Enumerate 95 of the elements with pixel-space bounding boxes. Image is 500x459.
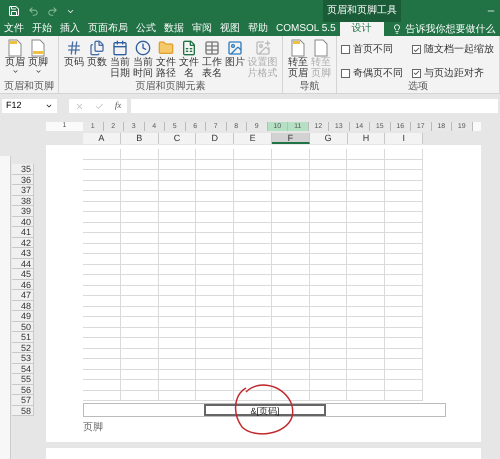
row-header[interactable]: 51 bbox=[12, 332, 34, 342]
row-header[interactable]: 54 bbox=[12, 364, 34, 374]
row-header[interactable]: 52 bbox=[12, 342, 34, 353]
row-header[interactable]: 48 bbox=[12, 300, 34, 311]
row-header[interactable]: 46 bbox=[12, 280, 34, 290]
checkbox-label: 与页边距对齐 bbox=[424, 66, 484, 81]
page-icon bbox=[8, 38, 22, 56]
ribbon-tab[interactable]: 视图 bbox=[216, 22, 244, 36]
row-header[interactable]: 36 bbox=[12, 174, 34, 185]
group-label: 页眉和页脚元素 bbox=[134, 81, 206, 93]
column-header[interactable]: C bbox=[158, 133, 196, 144]
image-format-icon bbox=[254, 40, 270, 56]
ribbon-button[interactable]: 页眉 bbox=[4, 38, 26, 81]
ribbon-tab[interactable]: 审阅 bbox=[188, 22, 216, 36]
ribbon-button[interactable]: 当前日期 bbox=[109, 38, 131, 81]
column-header[interactable]: F bbox=[272, 133, 310, 144]
ribbon-tab[interactable]: 插入 bbox=[56, 22, 84, 36]
ribbon-tab[interactable]: 帮助 bbox=[244, 22, 272, 36]
ribbon-button[interactable]: 文件名 bbox=[178, 38, 200, 81]
row-header[interactable]: 56 bbox=[12, 384, 34, 395]
tell-me-text: 告诉我你想要做什么 bbox=[406, 22, 496, 36]
spreadsheet-icon bbox=[181, 40, 197, 56]
redo-icon[interactable] bbox=[47, 6, 58, 16]
row-header[interactable]: 42 bbox=[12, 238, 34, 248]
clock-icon bbox=[135, 40, 151, 56]
group-label: 页眉和页脚 bbox=[4, 81, 54, 93]
lightbulb-icon bbox=[392, 24, 402, 34]
column-header[interactable]: E bbox=[234, 133, 272, 144]
ribbon-tab[interactable]: COMSOL 5.5 bbox=[272, 22, 340, 36]
insert-function-button[interactable]: fx bbox=[114, 99, 122, 113]
formula-field[interactable] bbox=[131, 99, 498, 113]
column-header[interactable]: A bbox=[83, 133, 121, 144]
ribbon-button[interactable]: 页数 bbox=[86, 38, 108, 81]
ribbon-button[interactable]: 页码 bbox=[63, 38, 85, 81]
checkbox-label: 奇偶页不同 bbox=[353, 66, 403, 81]
group-label: 选项 bbox=[407, 81, 429, 93]
ribbon-button[interactable]: 工作表名 bbox=[201, 38, 223, 81]
pages-icon bbox=[89, 40, 105, 56]
image-icon bbox=[227, 40, 243, 56]
page-icon bbox=[314, 38, 328, 56]
table-icon bbox=[204, 40, 220, 56]
hash-icon bbox=[66, 40, 82, 56]
page-icon bbox=[31, 38, 45, 56]
ribbon-button[interactable]: 当前时间 bbox=[132, 38, 154, 81]
row-header[interactable]: 43 bbox=[12, 248, 34, 258]
row-header[interactable]: 44 bbox=[12, 258, 34, 269]
folder-icon bbox=[158, 40, 174, 56]
ribbon-tab[interactable]: 开始 bbox=[28, 22, 56, 36]
tell-me-field[interactable]: 告诉我你想要做什么 bbox=[384, 22, 500, 36]
row-header[interactable]: 55 bbox=[12, 374, 34, 384]
column-header[interactable]: D bbox=[196, 133, 234, 144]
contextual-tab-title: 页眉和页脚工具 bbox=[323, 0, 401, 22]
column-header[interactable]: H bbox=[348, 133, 386, 144]
dropdown-icon bbox=[45, 102, 53, 110]
footer-center-field[interactable]: &[页码] bbox=[204, 404, 326, 416]
row-header[interactable]: 39 bbox=[12, 206, 34, 216]
ribbon-tab[interactable]: 文件 bbox=[0, 22, 28, 36]
checkbox[interactable] bbox=[412, 68, 421, 78]
row-header[interactable]: 53 bbox=[12, 353, 34, 364]
ribbon-button[interactable]: 页脚 bbox=[27, 38, 49, 81]
column-header[interactable]: G bbox=[310, 133, 348, 144]
footer-label: 页脚 bbox=[83, 420, 103, 435]
undo-icon[interactable] bbox=[28, 6, 39, 16]
group-label: 导航 bbox=[298, 81, 320, 93]
checkbox[interactable] bbox=[341, 68, 350, 78]
ribbon-tab[interactable]: 数据 bbox=[160, 22, 188, 36]
row-header[interactable]: 35 bbox=[12, 164, 34, 174]
ribbon-tab[interactable]: 公式 bbox=[132, 22, 160, 36]
column-header[interactable]: I bbox=[385, 133, 424, 144]
row-header[interactable]: 58 bbox=[12, 406, 34, 416]
page-icon bbox=[291, 38, 305, 56]
calendar-icon bbox=[112, 40, 128, 56]
column-header[interactable]: B bbox=[120, 133, 159, 144]
row-header[interactable]: 38 bbox=[12, 196, 34, 206]
save-icon[interactable] bbox=[8, 5, 20, 17]
row-header[interactable]: 41 bbox=[12, 227, 34, 238]
row-header[interactable]: 40 bbox=[12, 216, 34, 227]
row-header[interactable]: 47 bbox=[12, 290, 34, 300]
ribbon-button[interactable]: 文件路径 bbox=[155, 38, 177, 81]
ribbon-tab[interactable]: 设计 bbox=[340, 22, 384, 36]
ribbon-button[interactable]: 图片 bbox=[224, 38, 246, 81]
row-header[interactable]: 45 bbox=[12, 269, 34, 280]
caret-icon bbox=[12, 68, 18, 75]
checkbox-label: 首页不同 bbox=[353, 43, 393, 58]
row-header[interactable]: 50 bbox=[12, 322, 34, 332]
ribbon-button[interactable]: 转至页眉 bbox=[287, 38, 309, 81]
row-header[interactable]: 49 bbox=[12, 311, 34, 322]
caret-icon bbox=[34, 68, 42, 75]
row-header[interactable]: 57 bbox=[12, 395, 34, 406]
checkbox-label: 随文档一起缩放 bbox=[424, 42, 494, 58]
checkbox[interactable] bbox=[341, 45, 350, 54]
row-header[interactable]: 37 bbox=[12, 185, 34, 196]
checkbox[interactable] bbox=[412, 45, 421, 54]
ribbon-tab[interactable]: 页面布局 bbox=[84, 22, 132, 36]
name-box[interactable]: F12 bbox=[2, 99, 57, 113]
